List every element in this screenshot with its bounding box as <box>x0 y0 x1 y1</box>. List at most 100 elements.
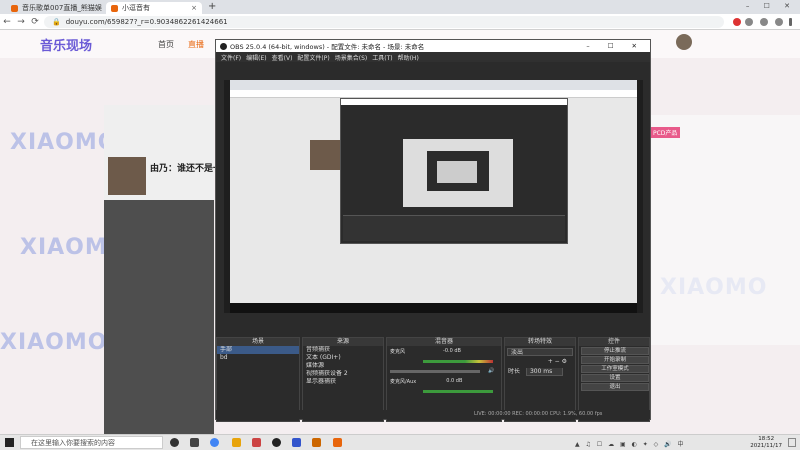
tab-label: 小逗音有 <box>122 4 150 12</box>
exit-button[interactable]: 退出 <box>581 383 649 391</box>
source-item[interactable]: 媒体源 <box>303 362 383 370</box>
duration-input[interactable]: 300 ms <box>525 368 564 376</box>
app-icon[interactable] <box>252 438 261 447</box>
extensions-icon[interactable] <box>760 18 768 26</box>
nav-home[interactable]: 首页 <box>158 39 174 50</box>
watermark: XIAOMO <box>10 130 118 155</box>
obs-logo-icon <box>220 42 227 50</box>
mixer-header: 混音器 <box>387 338 501 346</box>
task-view-icon[interactable] <box>190 438 199 447</box>
obs-title: OBS 25.0.4 (64-bit, windows) - 配置文件: 未命名… <box>230 43 425 51</box>
app-icon[interactable] <box>292 438 301 447</box>
nav-live[interactable]: 直播 <box>188 39 204 50</box>
volume-meter <box>423 359 493 363</box>
mixer-level: -0.0 dB <box>443 348 461 354</box>
menu-help[interactable]: 帮助(H) <box>398 53 419 62</box>
preview-recursive-browser <box>230 80 637 313</box>
obs-taskbar-icon[interactable] <box>272 438 281 447</box>
close-tab-icon[interactable]: × <box>191 4 197 12</box>
obs-window[interactable]: OBS 25.0.4 (64-bit, windows) - 配置文件: 未命名… <box>215 39 651 422</box>
video-area <box>104 200 214 434</box>
preview-taskbar <box>230 303 637 313</box>
obs-menu-bar: 文件(F) 编辑(E) 查看(V) 配置文件(P) 场景集合(S) 工具(T) … <box>216 52 650 62</box>
new-tab-button[interactable]: + <box>208 1 216 12</box>
app-icon[interactable] <box>333 438 342 447</box>
scene-item[interactable]: 手部 <box>217 346 299 354</box>
source-item[interactable]: 显示器捕获 <box>303 378 383 386</box>
url-text: douyu.com/659827?_r=0.9034862261424661 <box>65 18 228 26</box>
windows-start-icon[interactable] <box>5 438 14 447</box>
site-favicon-icon <box>111 4 118 12</box>
taskbar-search-input[interactable]: 在这里输入你要搜索的内容 <box>20 436 163 449</box>
mixer-channel-name: 麦克风 <box>390 348 406 355</box>
profile-icon[interactable] <box>775 18 783 26</box>
browser-tab[interactable]: 音乐歌单007直播_熊猫娱乐直播视频 × <box>6 2 102 14</box>
badge: PCD产品 <box>650 127 681 138</box>
mixer-channel: 麦克风 -0.0 dB <box>387 346 501 356</box>
menu-scene-collection[interactable]: 场景集合(S) <box>335 53 368 62</box>
star-icon[interactable] <box>745 18 753 26</box>
reload-icon[interactable]: ⟳ <box>28 17 42 27</box>
menu-view[interactable]: 查看(V) <box>272 53 293 62</box>
mixer-channel: 麦克风/Aux 0.0 dB <box>387 376 501 386</box>
mixer-level: 0.0 dB <box>446 378 463 384</box>
browser-tab-active[interactable]: 小逗音有 × <box>106 2 202 14</box>
notification-icon[interactable] <box>788 438 796 447</box>
app-icon[interactable] <box>312 438 321 447</box>
scene-item[interactable]: bd <box>217 354 299 362</box>
menu-file[interactable]: 文件(F) <box>221 53 241 62</box>
duration-label: 时长 <box>508 368 521 375</box>
chrome-icon[interactable] <box>210 438 219 447</box>
scenes-header: 场景 <box>217 338 299 346</box>
preview-recursive-browser-2 <box>403 139 513 207</box>
menu-profile[interactable]: 配置文件(P) <box>297 53 329 62</box>
window-controls[interactable]: – ☐ ✕ <box>746 2 796 10</box>
volume-slider[interactable] <box>390 369 480 373</box>
clock-time: 18:52 <box>758 436 775 442</box>
transitions-header: 转场特效 <box>505 338 575 346</box>
site-favicon-icon <box>11 4 18 12</box>
side-panel: PCD产品 <box>650 115 800 345</box>
menu-icon[interactable] <box>789 18 792 26</box>
obs-status-bar: LIVE: 00:00:00 REC: 00:00:00 CPU: 1.9%, … <box>216 410 650 419</box>
app-icon[interactable] <box>232 438 241 447</box>
watermark: XIAOMO <box>0 330 108 355</box>
speaker-icon[interactable]: 🔊 <box>488 368 494 374</box>
source-item[interactable]: 文本 (GDI+) <box>303 354 383 362</box>
settings-button[interactable]: 设置 <box>581 374 649 382</box>
browser-tab-strip: 音乐歌单007直播_熊猫娱乐直播视频 × 小逗音有 × + – ☐ ✕ <box>0 0 800 14</box>
streamer-avatar[interactable] <box>108 157 146 195</box>
obs-window-controls[interactable]: – ☐ ✕ <box>586 42 645 50</box>
tab-label: 音乐歌单007直播_熊猫娱乐直播视频 <box>22 4 102 12</box>
obs-preview[interactable] <box>224 80 643 313</box>
address-bar[interactable]: 🔒 douyu.com/659827?_r=0.9034862261424661 <box>44 16 724 28</box>
start-recording-button[interactable]: 开始录制 <box>581 356 649 364</box>
extension-icon[interactable] <box>733 18 741 26</box>
transition-select[interactable]: 淡出 <box>507 348 573 356</box>
obs-title-bar: OBS 25.0.4 (64-bit, windows) - 配置文件: 未命名… <box>216 40 650 52</box>
system-tray[interactable]: ▲ ♫ ☐ ☁ ▣ ◐ ✦ ◇ 🔊 中 <box>575 439 686 448</box>
transition-controls[interactable]: + − ⚙ <box>505 358 575 366</box>
source-item[interactable]: 音频捕获 <box>303 346 383 354</box>
clock-date: 2021/11/17 <box>750 443 782 449</box>
lock-icon: 🔒 <box>52 18 61 26</box>
mixer-channel-name: 麦克风/Aux <box>390 378 417 385</box>
preview-recursive-obs <box>340 98 568 244</box>
menu-tools[interactable]: 工具(T) <box>372 53 392 62</box>
windows-taskbar: 在这里输入你要搜索的内容 ▲ ♫ ☐ ☁ ▣ ◐ ✦ ◇ 🔊 中 18:52 2… <box>0 434 800 450</box>
forward-icon[interactable]: → <box>14 17 28 27</box>
volume-meter <box>423 389 493 393</box>
controls-header: 控件 <box>579 338 649 346</box>
preview-recursive-obs-2 <box>427 151 489 191</box>
stop-streaming-button[interactable]: 停止推流 <box>581 347 649 355</box>
back-icon[interactable]: ← <box>0 17 14 27</box>
sources-header: 来源 <box>303 338 383 346</box>
taskbar-clock[interactable]: 18:52 2021/11/17 <box>750 436 782 450</box>
cortana-icon[interactable] <box>170 438 179 447</box>
user-avatar[interactable] <box>676 34 692 50</box>
menu-edit[interactable]: 编辑(E) <box>246 53 266 62</box>
browser-toolbar: ← → ⟳ 🔒 douyu.com/659827?_r=0.9034862261… <box>0 14 800 30</box>
source-item[interactable]: 视频捕获设备 2 <box>303 370 383 378</box>
studio-mode-button[interactable]: 工作室模式 <box>581 365 649 373</box>
brand-logo[interactable]: 音乐现场 <box>40 35 92 54</box>
